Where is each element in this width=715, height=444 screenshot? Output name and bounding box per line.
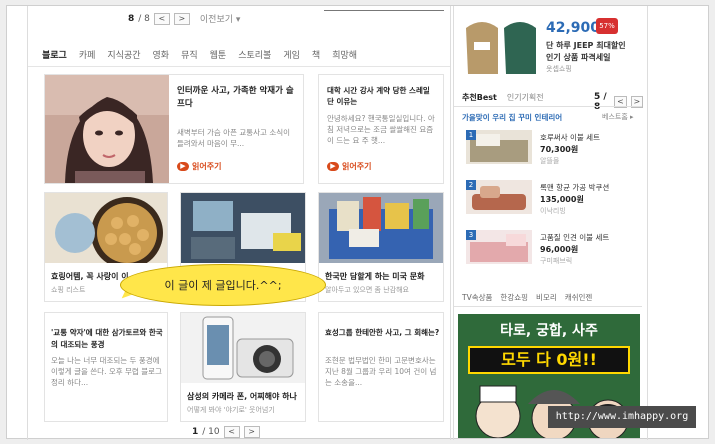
- tab-storyball[interactable]: 스토리볼: [238, 48, 271, 61]
- product-2-shop: 이낙리빙: [540, 207, 566, 215]
- grid-6-summary: 조현문 법무법인 한미 고문변호사는 지난 8월 그룹과 우리 10여 건이 넘…: [325, 356, 437, 387]
- pager-total: / 8: [138, 13, 150, 24]
- bottom-pager-prev-button[interactable]: <: [223, 426, 240, 438]
- top-pager: 8 / 8 < > 이전보기 ▾: [128, 12, 240, 25]
- grid-4-title[interactable]: '교통 약자'에 대한 삼가토르와 한국의 대조되는 풍경: [51, 327, 167, 351]
- grid-card-4[interactable]: '교통 약자'에 대한 삼가토르와 한국의 대조되는 풍경 오늘 나는 너무 대…: [44, 312, 168, 422]
- grid-1-title[interactable]: 효링어템, 꼭 사랑이 이: [51, 271, 129, 282]
- portrait-thumbnail[interactable]: [45, 75, 169, 183]
- top-divider: [324, 10, 444, 11]
- grid-4-summary: 오늘 나는 너무 대조되는 두 풍경에 이렇게 글을 쓴다. 오후 무렵 블로그…: [51, 356, 162, 387]
- product-2-name[interactable]: 록맨 항균 가공 박쿠션: [540, 182, 609, 193]
- card-2-read-label: 읽어주기: [342, 162, 372, 171]
- featured-card-2[interactable]: 대학 시간 강사 계약 당한 스레일 단 이유는 안녕하세요? 핸국통일실입니다…: [318, 74, 444, 184]
- tab-music[interactable]: 뮤직: [181, 48, 198, 61]
- grid-5-title[interactable]: 삼성의 카메라 폰, 어찌해야 하나: [187, 391, 297, 402]
- right-sidebar: 42,900 57% 단 하루 JEEP 최대할인 인기 상품 파격세일 옷셉쇼…: [453, 6, 643, 440]
- tab-recommend-best[interactable]: 추천Best: [462, 92, 497, 103]
- category-tabs: 블로그 카페 지식공간 영화 뮤직 웹툰 스토리볼 게임 책 희망해: [42, 48, 357, 61]
- card-1-summary: 새벽부터 가슴 아픈 교통사고 소식이 들려와서 마음이 무...: [177, 128, 291, 148]
- recommend-divider: [454, 106, 642, 107]
- grid-card-6[interactable]: 효성그룹 한테안한 사고, 그 회해는? 조현문 법무법인 한미 고문변호사는 …: [318, 312, 444, 422]
- link-tv-products[interactable]: TV속상품: [462, 292, 492, 303]
- product-3-price: 96,000원: [540, 245, 579, 254]
- tab-hope[interactable]: 희망해: [332, 48, 357, 61]
- ad-shop: 옷셉쇼핑: [546, 65, 572, 73]
- link-hangang-shopping[interactable]: 한강쇼핑: [500, 292, 528, 303]
- product-1-shop: 알뜰몰: [540, 157, 560, 165]
- discount-badge: 57%: [596, 18, 618, 34]
- tabs-divider: [28, 66, 450, 67]
- prev-view-link[interactable]: 이전보기 ▾: [200, 12, 241, 25]
- page-frame: 8 / 8 < > 이전보기 ▾ 블로그 카페 지식공간 영화 뮤직 웹툰 스토…: [6, 5, 709, 440]
- grid-3-title[interactable]: 한국만 담할게 하는 미국 문화: [325, 271, 424, 282]
- tab-cafe[interactable]: 카페: [79, 48, 96, 61]
- shopping-links: TV속상품 한강쇼핑 비모리 캐쉬인젠: [462, 292, 592, 303]
- product-2-rank: 2: [466, 180, 476, 190]
- banner-line-1: 타로, 궁합, 사주: [500, 323, 598, 339]
- bottom-pager-current: 1: [192, 427, 199, 437]
- card-1-read-label: 읽어주기: [192, 162, 222, 171]
- tab-popular-events[interactable]: 인기기획전: [507, 92, 544, 103]
- product-3-shop: 구미패브릭: [540, 257, 573, 265]
- pager-current: 8: [128, 13, 135, 24]
- camera-phone-thumbnail: [181, 313, 305, 383]
- bottom-pager-total: / 10: [202, 427, 220, 437]
- product-1-name[interactable]: 호루써사 이불 세트: [540, 132, 600, 143]
- snacks-thumbnail: [319, 193, 443, 263]
- main-content: 8 / 8 < > 이전보기 ▾ 블로그 카페 지식공간 영화 뮤직 웹툰 스토…: [27, 6, 451, 440]
- recommend-pager: 5 / 8 < >: [594, 92, 643, 112]
- bottom-pager-next-button[interactable]: >: [243, 426, 260, 438]
- recommend-subtitle[interactable]: 가을맞이 우리 집 꾸미 인테리어: [462, 112, 562, 123]
- link-bimori[interactable]: 비모리: [536, 292, 557, 303]
- grid-card-5[interactable]: 삼성의 카메라 폰, 어찌해야 하나 어떻게 봐야 '야기로' 웃어넘기: [180, 312, 306, 422]
- card-2-title[interactable]: 대학 시간 강사 계약 당한 스레일 단 이유는: [327, 85, 437, 107]
- product-1-price: 70,300원: [540, 145, 579, 154]
- recommend-page: 5 / 8: [594, 92, 607, 112]
- grid-3-sub: 알아두고 있으면 좀 난감해요: [325, 286, 409, 294]
- arrow-right-icon: ▶: [177, 162, 189, 171]
- product-3-name[interactable]: 고품질 인견 이불 세트: [540, 232, 609, 243]
- featured-card-1[interactable]: 인터까운 사고, 가족한 악재가 슬프다 새벽부터 가슴 아픈 교통사고 소식이…: [44, 74, 304, 184]
- link-cash-injen[interactable]: 캐쉬인젠: [565, 292, 593, 303]
- product-item-3[interactable]: 3 고품질 인견 이불 세트 96,000원 구미패브릭: [462, 230, 642, 274]
- tab-blog[interactable]: 블로그: [42, 48, 67, 61]
- grid-1-sub: 쇼핑 리스트: [51, 286, 86, 294]
- tab-knowledge[interactable]: 지식공간: [107, 48, 140, 61]
- grid-5-sub: 어떻게 봐야 '야기로' 웃어넘기: [187, 406, 275, 414]
- speech-bubble: 이 글이 제 글입니다.^^;: [120, 264, 326, 306]
- watermark-url: http://www.imhappy.org: [548, 406, 696, 428]
- right-edge-divider: [647, 6, 648, 440]
- card-1-read-button[interactable]: ▶ 읽어주기: [177, 161, 221, 172]
- card-2-read-button[interactable]: ▶ 읽어주기: [327, 161, 371, 172]
- cookies-thumbnail: [45, 193, 167, 263]
- product-item-1[interactable]: 1 호루써사 이불 세트 70,300원 알뜰몰: [462, 130, 642, 174]
- bottom-pager: 1 / 10 < >: [192, 426, 260, 438]
- room-thumbnail: [181, 193, 305, 263]
- banner-line-2: 모두 다 0원!!: [468, 346, 630, 374]
- tab-book[interactable]: 책: [312, 48, 320, 61]
- tab-movie[interactable]: 영화: [153, 48, 170, 61]
- tab-webtoon[interactable]: 웹툰: [210, 48, 227, 61]
- recommend-tabs: 추천Best 인기기획전: [462, 92, 544, 103]
- best-home-link[interactable]: 베스트홈 ▸: [602, 112, 634, 122]
- grid-6-title[interactable]: 효성그룹 한테안한 사고, 그 회해는?: [325, 327, 441, 339]
- product-3-rank: 3: [466, 230, 476, 240]
- card-2-summary: 안녕하세요? 핸국통일실입니다. 아침 저녁으로는 조금 쌀쌀해진 요즘이 드는…: [327, 114, 435, 145]
- links-divider: [454, 306, 642, 307]
- grid-card-3[interactable]: 한국만 담할게 하는 미국 문화 알아두고 있으면 좀 난감해요: [318, 192, 444, 302]
- arrow-right-icon: ▶: [327, 162, 339, 171]
- pager-next-button[interactable]: >: [173, 12, 190, 25]
- pager-prev-button[interactable]: <: [153, 12, 170, 25]
- ad-price[interactable]: 42,900: [546, 20, 600, 36]
- ad-line-2[interactable]: 인기 상품 파격세일: [546, 52, 610, 63]
- hoodie-ad-image[interactable]: [462, 12, 542, 76]
- product-item-2[interactable]: 2 록맨 항균 가공 박쿠션 135,000원 이낙리빙: [462, 180, 642, 224]
- product-2-price: 135,000원: [540, 195, 584, 204]
- card-1-title[interactable]: 인터까운 사고, 가족한 악재가 슬프다: [177, 85, 297, 111]
- tab-game[interactable]: 게임: [283, 48, 300, 61]
- ad-line-1[interactable]: 단 하루 JEEP 최대할인: [546, 40, 626, 51]
- product-1-rank: 1: [466, 130, 476, 140]
